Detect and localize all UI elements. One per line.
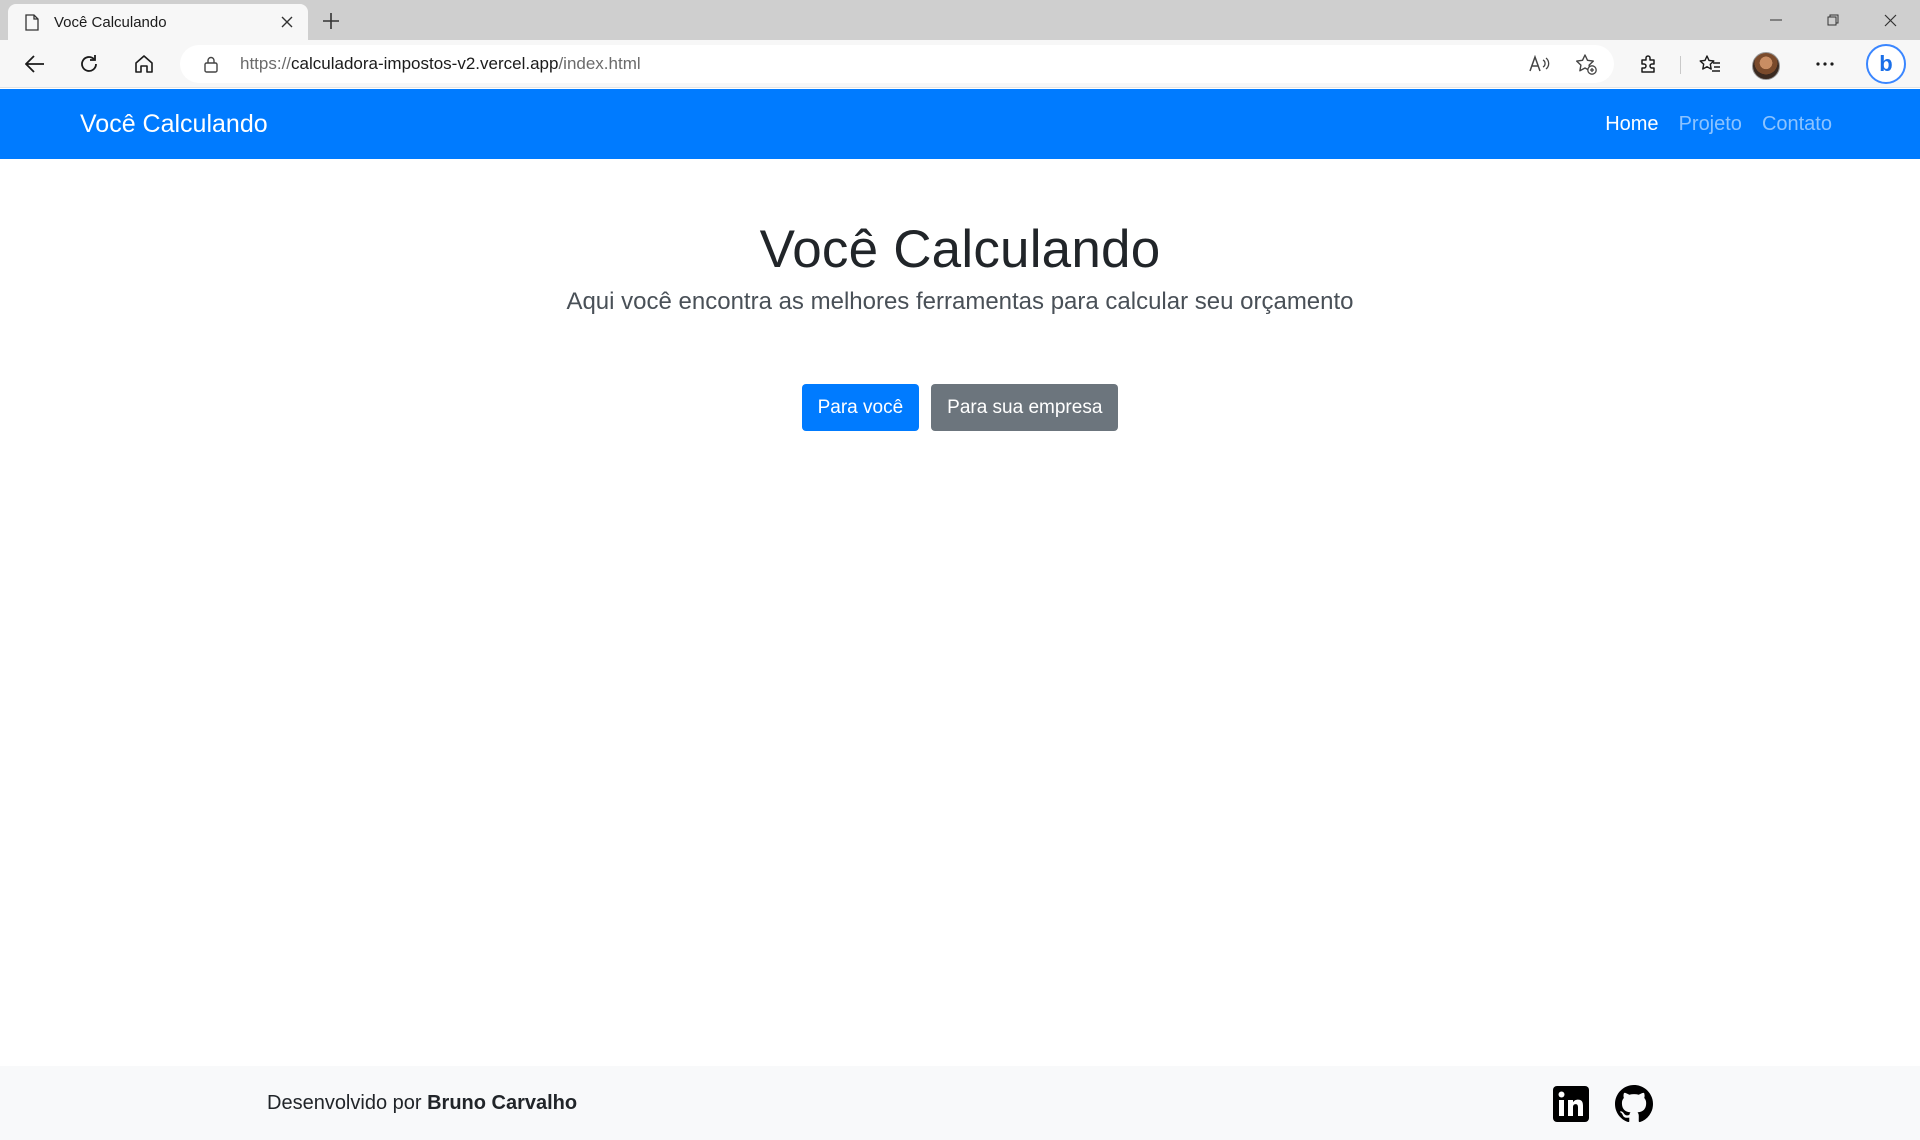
more-icon[interactable] (1808, 47, 1842, 81)
footer-author: Bruno Carvalho (427, 1092, 578, 1114)
url-path: /index.html (558, 54, 641, 73)
window-close-icon[interactable] (1862, 0, 1918, 40)
favorites-icon[interactable] (1693, 47, 1727, 81)
read-aloud-icon[interactable] (1528, 52, 1552, 76)
nav-link-projeto[interactable]: Projeto (1679, 113, 1742, 136)
browser-tab[interactable]: Você Calculando (8, 4, 308, 40)
url-scheme: https:// (240, 54, 292, 73)
url-text[interactable]: https://calculadora-impostos-v2.vercel.a… (240, 54, 641, 74)
home-icon[interactable] (127, 47, 161, 81)
navbar-brand[interactable]: Você Calculando (80, 89, 268, 159)
tab-close-icon[interactable] (276, 11, 298, 33)
hero-section: Você Calculando Aqui você encontra as me… (0, 159, 1920, 431)
browser-tabstrip: Você Calculando (0, 0, 1920, 40)
para-sua-empresa-button[interactable]: Para sua empresa (931, 384, 1119, 431)
lock-icon[interactable] (202, 55, 220, 73)
address-bar[interactable]: https://calculadora-impostos-v2.vercel.a… (180, 45, 1614, 83)
nav-link-contato[interactable]: Contato (1762, 113, 1832, 136)
profile-avatar[interactable] (1752, 52, 1780, 80)
refresh-icon[interactable] (72, 47, 106, 81)
page-subtitle: Aqui você encontra as melhores ferrament… (566, 288, 1354, 315)
nav-links: Home Projeto Contato (1585, 89, 1832, 159)
browser-toolbar: https://calculadora-impostos-v2.vercel.a… (0, 40, 1920, 88)
page-title: Você Calculando (759, 220, 1161, 279)
nav-link-home[interactable]: Home (1605, 113, 1658, 136)
bing-icon[interactable]: b (1866, 44, 1906, 84)
puzzle-icon[interactable] (1632, 47, 1666, 81)
site-navbar: Você Calculando Home Projeto Contato (0, 89, 1920, 159)
minimize-icon[interactable] (1748, 0, 1804, 40)
toolbar-separator (1680, 56, 1681, 74)
github-icon[interactable] (1615, 1085, 1653, 1123)
page-icon (24, 13, 40, 31)
linkedin-icon[interactable] (1552, 1085, 1590, 1123)
new-tab-plus-icon[interactable] (316, 6, 346, 36)
footer-credit: Desenvolvido por Bruno Carvalho (267, 1066, 577, 1140)
star-plus-icon[interactable] (1574, 52, 1598, 76)
restore-icon[interactable] (1805, 0, 1861, 40)
url-host: calculadora-impostos-v2.vercel.app (291, 54, 559, 73)
back-arrow-icon[interactable] (18, 47, 52, 81)
hero-actions: Para você Para sua empresa (0, 384, 1920, 431)
footer-prefix: Desenvolvido por (267, 1092, 422, 1114)
tab-title: Você Calculando (54, 13, 167, 31)
para-voce-button[interactable]: Para você (801, 384, 920, 431)
site-footer: Desenvolvido por Bruno Carvalho (0, 1066, 1920, 1140)
